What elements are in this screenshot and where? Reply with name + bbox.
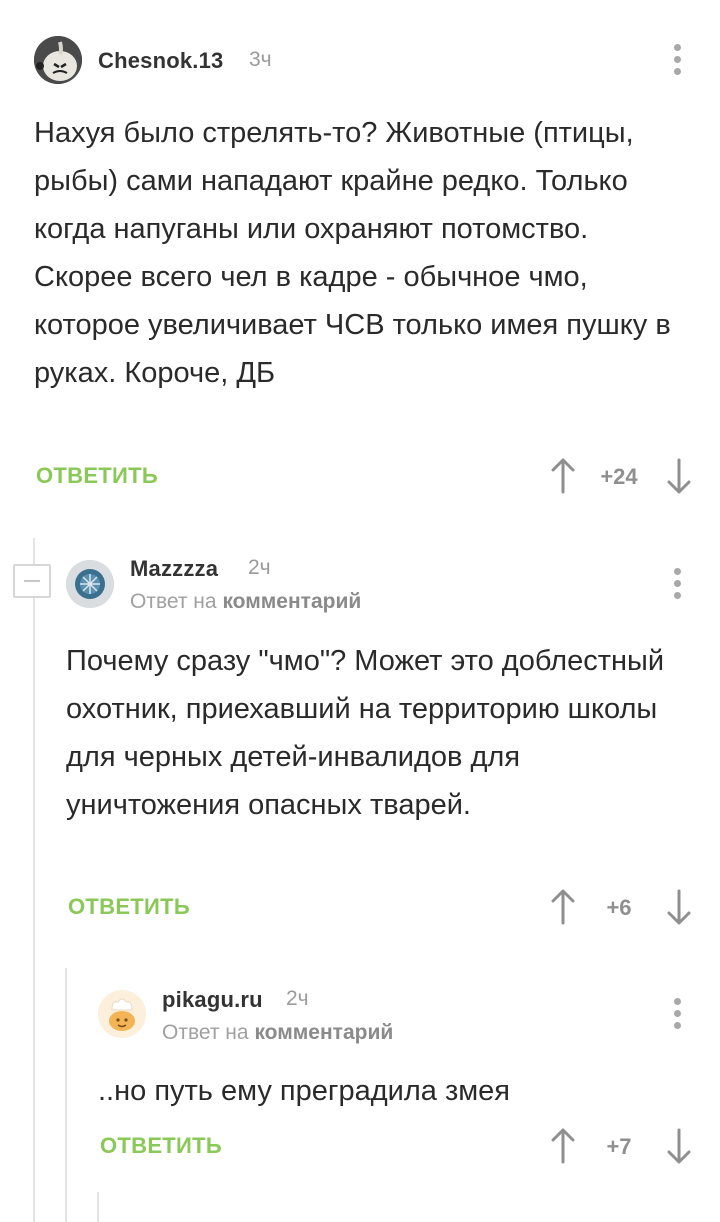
reply-to-link[interactable]: Ответ на комментарий — [162, 1021, 393, 1045]
vote-controls: +6 — [548, 887, 698, 927]
arrow-down-icon[interactable] — [666, 887, 692, 927]
badge-avatar-icon — [66, 560, 114, 608]
comment-author[interactable]: Chesnok.13 — [98, 48, 224, 74]
more-vertical-icon[interactable] — [673, 998, 683, 1032]
vote-controls: +7 — [548, 1126, 698, 1166]
arrow-up-icon[interactable] — [550, 456, 576, 496]
garlic-avatar-icon — [34, 36, 82, 84]
thread-line-level-1 — [33, 538, 35, 1222]
comment-time: 2ч — [286, 987, 309, 1010]
comment-author[interactable]: pikagu.ru — [162, 987, 263, 1013]
reply-to-target[interactable]: комментарий — [254, 1021, 393, 1044]
thread-line-level-2 — [65, 968, 67, 1222]
reply-to-target[interactable]: комментарий — [222, 590, 361, 613]
comment-text: Нахуя было стрелять-то? Животные (птицы,… — [34, 117, 671, 389]
avatar[interactable] — [34, 36, 82, 84]
more-vertical-icon[interactable] — [673, 568, 683, 602]
vote-score: +6 — [606, 895, 632, 920]
comment-time: 3ч — [249, 48, 272, 71]
comment-time: 2ч — [248, 556, 271, 579]
reply-button[interactable]: ОТВЕТИТЬ — [100, 1133, 222, 1159]
chef-avatar-icon — [98, 990, 146, 1038]
reply-button[interactable]: ОТВЕТИТЬ — [36, 463, 158, 489]
comment-author[interactable]: Mazzzza — [130, 556, 218, 582]
vote-score: +7 — [606, 1134, 632, 1159]
comment-text: Почему сразу "чмо"? Может это доблестный… — [66, 645, 665, 821]
avatar[interactable] — [98, 990, 146, 1038]
more-vertical-icon[interactable] — [673, 44, 683, 78]
reply-to-prefix: Ответ на — [130, 590, 217, 613]
arrow-up-icon[interactable] — [550, 887, 576, 927]
arrow-down-icon[interactable] — [666, 456, 692, 496]
reply-button[interactable]: ОТВЕТИТЬ — [68, 894, 190, 920]
reply-to-link[interactable]: Ответ на комментарий — [130, 590, 361, 614]
vote-controls: +24 — [548, 456, 698, 496]
comment-text: ..но путь ему преградила змея — [98, 1075, 511, 1107]
collapse-thread-button[interactable] — [13, 564, 51, 598]
vote-score: +24 — [600, 464, 638, 489]
reply-to-prefix: Ответ на — [162, 1021, 249, 1044]
thread-line-level-3 — [97, 1192, 99, 1222]
arrow-up-icon[interactable] — [550, 1126, 576, 1166]
avatar[interactable] — [66, 560, 114, 608]
arrow-down-icon[interactable] — [666, 1126, 692, 1166]
